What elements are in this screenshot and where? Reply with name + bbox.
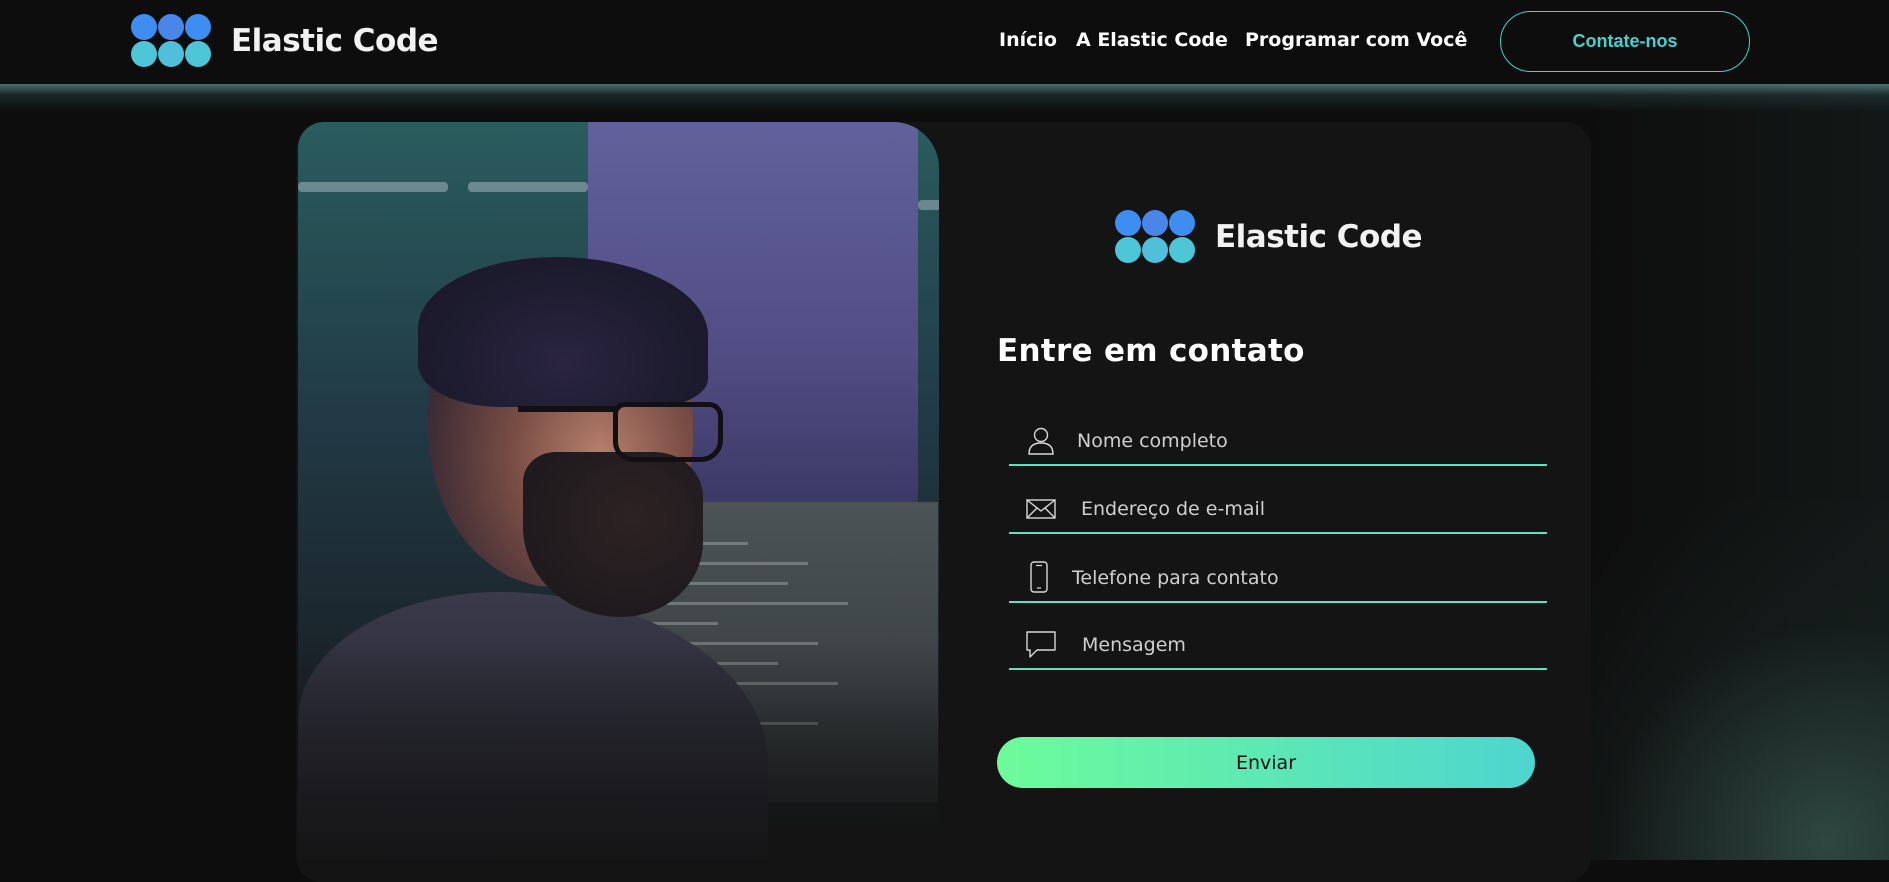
developer-photo (298, 122, 939, 860)
brand-name: Elastic Code (1215, 219, 1423, 255)
message-field (1009, 622, 1547, 670)
chat-icon (1026, 631, 1056, 658)
site-header: Elastic Code Início A Elastic Code Progr… (0, 0, 1889, 84)
name-input[interactable] (1077, 426, 1497, 456)
elastic-code-logo-icon (1115, 210, 1195, 264)
submit-button[interactable]: Enviar (997, 737, 1535, 788)
user-icon (1028, 427, 1054, 455)
header-logo[interactable]: Elastic Code (131, 14, 439, 68)
email-input[interactable] (1081, 494, 1501, 524)
phone-icon (1030, 561, 1048, 593)
nav-item-a-elastic-code[interactable]: A Elastic Code (1076, 29, 1228, 51)
brand-name: Elastic Code (231, 23, 439, 59)
phone-field (1009, 555, 1547, 603)
header-shadow (0, 84, 1889, 112)
message-input[interactable] (1082, 630, 1502, 660)
form-title: Entre em contato (997, 333, 1305, 369)
phone-input[interactable] (1072, 563, 1492, 593)
email-field (1009, 486, 1547, 534)
envelope-icon (1026, 499, 1056, 519)
elastic-code-logo-icon (131, 14, 211, 68)
form-logo: Elastic Code (1115, 210, 1423, 264)
nav-item-programar-com-voce[interactable]: Programar com Você (1245, 29, 1467, 51)
nav-item-inicio[interactable]: Início (999, 29, 1057, 51)
contact-us-button[interactable]: Contate-nos (1500, 11, 1750, 72)
name-field (1009, 418, 1547, 466)
